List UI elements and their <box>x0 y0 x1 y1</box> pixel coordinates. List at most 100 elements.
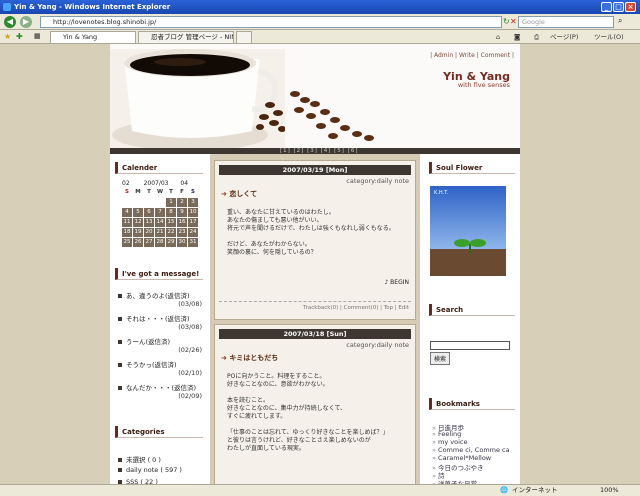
calendar-day[interactable]: 12 <box>132 217 144 228</box>
message-title: なんだか・・・(返信済) <box>126 384 197 392</box>
calendar-day[interactable]: 23 <box>176 227 188 238</box>
calendar-day[interactable]: 30 <box>176 237 188 248</box>
search-heading: Search <box>429 304 515 316</box>
add-favorite-icon[interactable]: ✚ <box>16 32 23 41</box>
calendar-prev[interactable]: 02 <box>122 180 130 187</box>
tab-list-icon[interactable]: ▦ <box>34 32 41 40</box>
address-input[interactable]: http://lovenotes.blog.shinobi.jp/ <box>40 16 502 28</box>
messages-widget: I've got a message! <box>110 268 208 280</box>
calendar-day[interactable]: 8 <box>165 207 177 218</box>
bullet-icon <box>118 340 122 344</box>
calendar-day[interactable]: 24 <box>187 227 199 238</box>
calendar-weekday: S <box>191 189 195 195</box>
message-item[interactable]: なんだか・・・(返信済) <box>118 382 196 392</box>
search-icon[interactable]: ⌕ <box>618 16 622 26</box>
tab-yin-yang[interactable]: Yin & Yang <box>50 31 136 43</box>
bullet-icon <box>118 317 122 321</box>
print-icon[interactable]: ⎙ <box>534 32 539 42</box>
bookmark-link[interactable]: » Feeling <box>432 430 461 438</box>
calendar-day[interactable]: 17 <box>187 217 199 228</box>
tools-menu[interactable]: ツール(O) <box>594 32 624 42</box>
left-sidebar: Calender 02 2007/03 04 SMTWTFS 123456789… <box>110 154 208 484</box>
message-item[interactable]: それは・・・(返信済) <box>118 313 190 323</box>
search-button[interactable]: 検索 <box>430 352 451 365</box>
calendar-day[interactable]: 18 <box>121 227 133 238</box>
bookmark-label: my voice <box>438 438 468 446</box>
write-link[interactable]: Write <box>459 52 475 59</box>
category-item[interactable]: 未選択 ( 0 ) <box>118 454 161 464</box>
stop-icon[interactable]: ✕ <box>510 17 517 26</box>
tab-admin[interactable]: 忍者ブログ 管理ページ - NIN... <box>138 31 234 43</box>
category-label: daily note ( 597 ) <box>126 466 182 474</box>
close-button[interactable]: × <box>625 2 636 12</box>
categories-heading: Categories <box>115 426 203 438</box>
bookmark-link[interactable]: » Caramel*Mellow <box>432 454 491 462</box>
refresh-icon[interactable]: ↻ <box>503 17 510 26</box>
back-icon[interactable]: ◀ <box>4 16 16 28</box>
calendar-day[interactable]: 19 <box>132 227 144 238</box>
bookmarks-heading: Bookmarks <box>429 398 515 410</box>
message-title: あ、違うのよ(返信済) <box>126 292 190 300</box>
calendar-day[interactable]: 20 <box>143 227 155 238</box>
calendar-day[interactable]: 29 <box>165 237 177 248</box>
calendar-day[interactable]: 4 <box>121 207 133 218</box>
post-category[interactable]: category:daily note <box>346 177 409 185</box>
bookmark-link[interactable]: » my voice <box>432 438 468 446</box>
post-title[interactable]: ➜ キミはともだち <box>221 353 278 363</box>
minimize-button[interactable]: _ <box>601 2 612 12</box>
new-tab-button[interactable] <box>236 31 252 43</box>
page-menu[interactable]: ページ(P) <box>550 32 578 42</box>
calendar-day[interactable]: 10 <box>187 207 199 218</box>
message-item[interactable]: あ、違うのよ(返信済) <box>118 290 190 300</box>
message-item[interactable]: うーん(返信済) <box>118 336 170 346</box>
calendar-day[interactable]: 6 <box>143 207 155 218</box>
calendar-day[interactable]: 11 <box>121 217 133 228</box>
calendar-day[interactable]: 26 <box>132 237 144 248</box>
calendar-day[interactable]: 25 <box>121 237 133 248</box>
calendar-day[interactable]: 7 <box>154 207 166 218</box>
calendar-day[interactable]: 21 <box>154 227 166 238</box>
favorites-star-icon[interactable]: ★ <box>4 32 11 41</box>
soul-flower-image: K.H.T. <box>430 186 506 276</box>
arrow-icon: ➜ <box>221 354 227 362</box>
calendar-day[interactable]: 1 <box>165 197 177 208</box>
calendar-day[interactable]: 27 <box>143 237 155 248</box>
message-item[interactable]: そうかっ(返信済) <box>118 359 177 369</box>
calendar-day[interactable]: 2 <box>176 197 188 208</box>
blog-subtitle: with five senses <box>457 81 510 89</box>
admin-link[interactable]: Admin <box>434 52 453 59</box>
calendar-day[interactable]: 3 <box>187 197 199 208</box>
post-title[interactable]: ➜ 恋しくて <box>221 189 257 199</box>
calendar-day[interactable]: 16 <box>176 217 188 228</box>
calendar-day[interactable]: 5 <box>132 207 144 218</box>
bookmark-link[interactable]: » Comme ci, Comme ca <box>432 446 510 454</box>
calendar-weekday: M <box>135 189 141 196</box>
message-title: それは・・・(返信済) <box>126 315 190 323</box>
main-column: 2007/03/19 [Mon] category:daily note ➜ 恋… <box>210 154 420 484</box>
calendar-day[interactable]: 9 <box>176 207 188 218</box>
comment-link[interactable]: Comment <box>481 52 510 59</box>
maximize-button[interactable]: □ <box>613 2 624 12</box>
calendar-day[interactable]: 15 <box>165 217 177 228</box>
post-divider <box>219 301 411 302</box>
calendar-next[interactable]: 04 <box>180 180 188 187</box>
tab-bar: ★ ✚ ▦ Yin & Yang 忍者ブログ 管理ページ - NIN... ⌂ … <box>0 30 640 44</box>
calendar-day[interactable]: 31 <box>187 237 199 248</box>
forward-icon[interactable]: ▶ <box>20 16 32 28</box>
zone-label: インターネット <box>512 486 558 494</box>
bookmark-label: Caramel*Mellow <box>438 454 492 462</box>
calendar-day[interactable]: 22 <box>165 227 177 238</box>
search-input[interactable]: Google <box>518 16 614 28</box>
feeds-icon[interactable]: ◙ <box>514 32 520 42</box>
calendar-day[interactable]: 28 <box>154 237 166 248</box>
blog-search-input[interactable] <box>430 341 510 350</box>
post-category[interactable]: category:daily note <box>346 341 409 349</box>
post-footer[interactable]: Trackback(0) | Comment(0) | Top | Edit <box>303 305 409 311</box>
window-title-bar: Yin & Yang - Windows Internet Explorer _… <box>0 0 640 14</box>
calendar-day[interactable]: 14 <box>154 217 166 228</box>
zoom-level[interactable]: 100% <box>600 485 619 496</box>
calendar-day[interactable]: 13 <box>143 217 155 228</box>
home-icon[interactable]: ⌂ <box>496 32 500 42</box>
category-item[interactable]: daily note ( 597 ) <box>118 466 182 474</box>
soul-flower-heading: Soul Flower <box>429 162 515 174</box>
